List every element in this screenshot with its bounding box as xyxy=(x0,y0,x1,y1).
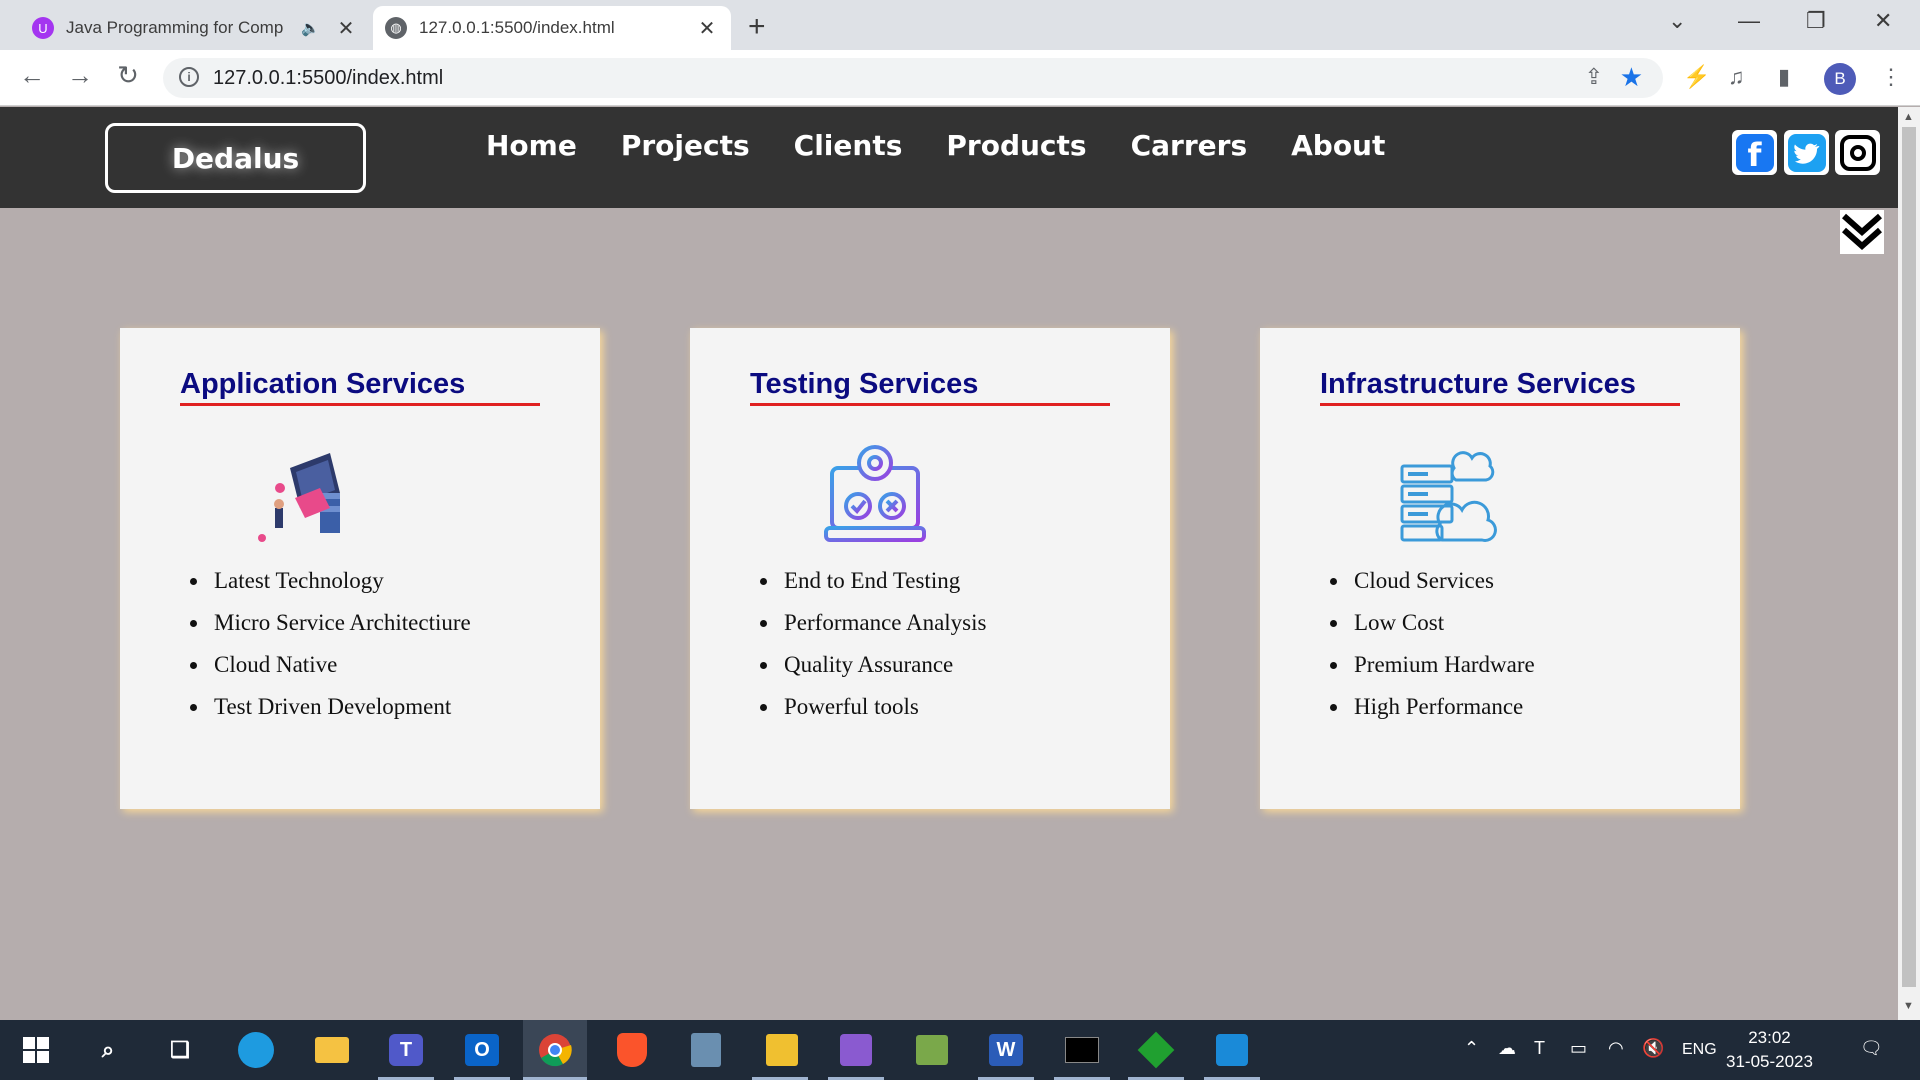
card-title: Infrastructure Services xyxy=(1320,368,1680,406)
service-list: End to End Testing Performance Analysis … xyxy=(780,568,986,736)
minimize-button[interactable]: — xyxy=(1738,8,1760,34)
address-bar[interactable]: i 127.0.0.1:5500/index.html ⇪ ★ xyxy=(163,58,1663,98)
instagram-icon[interactable] xyxy=(1835,130,1880,175)
twitter-icon[interactable] xyxy=(1784,130,1829,175)
profile-avatar[interactable]: B xyxy=(1824,63,1856,95)
system-clock[interactable]: 23:02 31-05-2023 xyxy=(1726,1026,1813,1074)
list-item: Test Driven Development xyxy=(210,694,471,720)
clock-date: 31-05-2023 xyxy=(1726,1052,1813,1071)
show-hidden-icons-icon[interactable]: ⌃ xyxy=(1464,1038,1479,1059)
list-item: End to End Testing xyxy=(780,568,986,594)
nav-home[interactable]: Home xyxy=(486,129,577,162)
back-icon[interactable]: ← xyxy=(14,60,50,91)
tab-search-icon[interactable]: ⌄ xyxy=(1668,8,1686,34)
notifications-icon[interactable]: 🗨 xyxy=(1860,1038,1883,1059)
chrome-icon[interactable] xyxy=(523,1020,587,1080)
browser-tab[interactable]: U Java Programming for Comp 🔈 ✕ xyxy=(20,6,370,50)
browser-tab-strip: U Java Programming for Comp 🔈 ✕ ◍ 127.0.… xyxy=(0,0,1920,50)
onedrive-icon[interactable]: ☁ xyxy=(1498,1038,1516,1059)
tab-title: Java Programming for Comp xyxy=(66,18,284,37)
nav-projects[interactable]: Projects xyxy=(621,129,750,162)
teams-icon[interactable]: T xyxy=(386,1030,426,1070)
scroll-up-arrow-icon[interactable]: ▲ xyxy=(1903,111,1914,123)
site-header: Dedalus Home Projects Clients Products C… xyxy=(0,107,1898,208)
browser-toolbar: ← → ↻ i 127.0.0.1:5500/index.html ⇪ ★ ⚡ … xyxy=(0,50,1920,106)
list-item: Premium Hardware xyxy=(1350,652,1535,678)
tab-title: 127.0.0.1:5500/index.html xyxy=(419,18,615,37)
close-tab-icon[interactable]: ✕ xyxy=(695,16,719,41)
nav-about[interactable]: About xyxy=(1291,129,1385,162)
globe-icon: ◍ xyxy=(385,17,407,39)
teams-tray-icon[interactable]: T xyxy=(1534,1038,1545,1059)
service-list: Latest Technology Micro Service Architec… xyxy=(210,568,471,736)
service-card-infrastructure: Infrastructure Services Cloud Services L… xyxy=(1260,328,1740,809)
list-item: High Performance xyxy=(1350,694,1535,720)
nav-carrers[interactable]: Carrers xyxy=(1131,129,1248,162)
list-item: Cloud Services xyxy=(1350,568,1535,594)
list-item: Powerful tools xyxy=(780,694,986,720)
word-icon[interactable]: W xyxy=(986,1030,1026,1070)
media-control-icon[interactable]: ♫ xyxy=(1728,64,1745,90)
outlook-icon[interactable]: O xyxy=(462,1030,502,1070)
forward-icon[interactable]: → xyxy=(62,60,98,91)
app-icon[interactable] xyxy=(686,1030,726,1070)
language-indicator[interactable]: ENG xyxy=(1682,1041,1717,1059)
visual-studio-icon[interactable] xyxy=(836,1030,876,1070)
scroll-down-chevron-icon[interactable] xyxy=(1840,210,1884,254)
list-item: Performance Analysis xyxy=(780,610,986,636)
service-list: Cloud Services Low Cost Premium Hardware… xyxy=(1350,568,1535,736)
edge-icon[interactable] xyxy=(236,1030,276,1070)
extension-icon[interactable]: ⚡ xyxy=(1683,64,1710,90)
application-illustration xyxy=(250,438,360,548)
reload-icon[interactable]: ↻ xyxy=(110,60,146,91)
wifi-icon[interactable]: ◠ xyxy=(1608,1038,1624,1059)
list-item: Cloud Native xyxy=(210,652,471,678)
restore-button[interactable]: ❐ xyxy=(1806,8,1826,34)
list-item: Micro Service Architectiure xyxy=(210,610,471,636)
list-item: Low Cost xyxy=(1350,610,1535,636)
url-text[interactable]: 127.0.0.1:5500/index.html xyxy=(213,67,443,90)
app-icon[interactable] xyxy=(762,1030,802,1070)
card-title: Testing Services xyxy=(750,368,1110,406)
brave-icon[interactable] xyxy=(612,1030,652,1070)
file-explorer-icon[interactable] xyxy=(312,1030,352,1070)
site-logo[interactable]: Dedalus xyxy=(105,123,366,193)
infrastructure-illustration xyxy=(1390,438,1500,548)
nav-clients[interactable]: Clients xyxy=(794,129,903,162)
list-item: Quality Assurance xyxy=(780,652,986,678)
search-icon[interactable]: ⌕ xyxy=(88,1030,128,1070)
scroll-down-arrow-icon[interactable]: ▼ xyxy=(1903,1000,1914,1012)
main-nav: Home Projects Clients Products Carrers A… xyxy=(486,129,1429,162)
side-panel-icon[interactable]: ▮ xyxy=(1778,64,1790,90)
new-tab-button[interactable]: + xyxy=(748,10,766,44)
testing-illustration xyxy=(820,438,930,548)
app-icon[interactable] xyxy=(1136,1030,1176,1070)
clock-time: 23:02 xyxy=(1748,1028,1791,1047)
share-icon[interactable]: ⇪ xyxy=(1585,64,1603,90)
card-title: Application Services xyxy=(180,368,540,406)
terminal-icon[interactable] xyxy=(1062,1030,1102,1070)
windows-taskbar: ⌕ ❑ T O W ⌃ ☁ T ▭ ◠ 🔇 ENG 23:02 31-05-20… xyxy=(0,1020,1920,1080)
nav-products[interactable]: Products xyxy=(946,129,1086,162)
speaker-icon[interactable]: 🔈 xyxy=(301,19,320,37)
vscode-icon[interactable] xyxy=(1212,1030,1252,1070)
list-item: Latest Technology xyxy=(210,568,471,594)
close-window-button[interactable]: ✕ xyxy=(1874,8,1892,34)
speaker-muted-icon[interactable]: 🔇 xyxy=(1642,1038,1664,1059)
menu-icon[interactable]: ⋮ xyxy=(1880,64,1902,90)
start-icon[interactable] xyxy=(16,1030,56,1070)
page-scrollbar[interactable]: ▲ ▼ xyxy=(1898,107,1920,1020)
close-tab-icon[interactable]: ✕ xyxy=(334,16,358,41)
task-view-icon[interactable]: ❑ xyxy=(160,1030,200,1070)
service-card-application: Application Services Latest Technology M… xyxy=(120,328,600,809)
battery-icon[interactable]: ▭ xyxy=(1570,1038,1587,1059)
service-card-testing: Testing Services End to End Testing Perf… xyxy=(690,328,1170,809)
app-icon[interactable] xyxy=(912,1030,952,1070)
udemy-icon: U xyxy=(32,17,54,39)
scrollbar-thumb[interactable] xyxy=(1902,127,1916,987)
browser-tab-active[interactable]: ◍ 127.0.0.1:5500/index.html ✕ xyxy=(373,6,731,50)
bookmark-star-icon[interactable]: ★ xyxy=(1620,62,1643,93)
facebook-icon[interactable]: f xyxy=(1732,130,1777,175)
site-info-icon[interactable]: i xyxy=(179,67,199,87)
